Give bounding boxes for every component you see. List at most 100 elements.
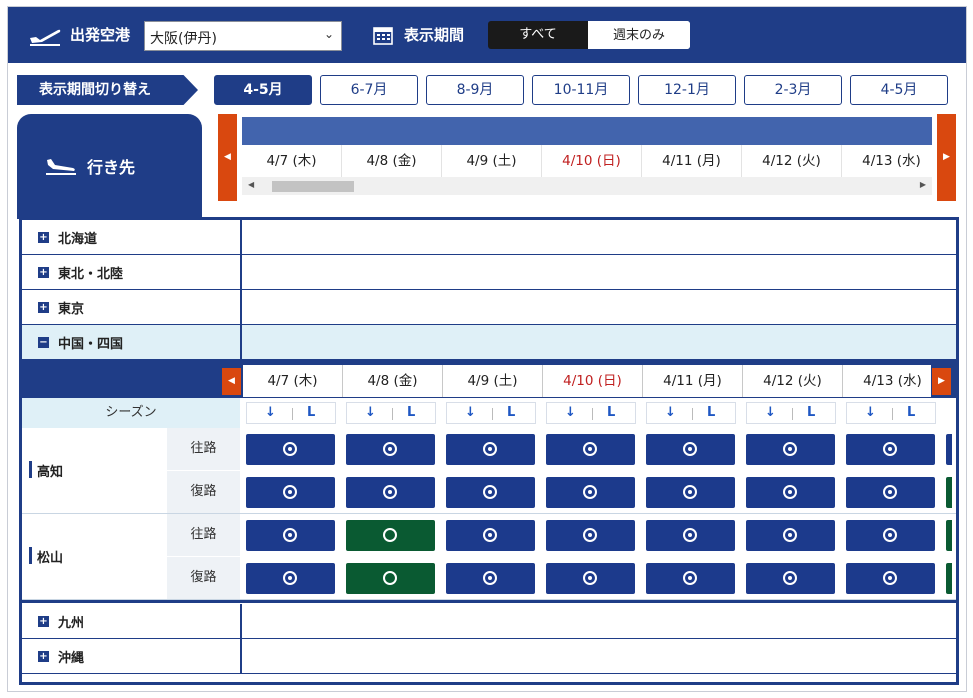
region-name-cell: + 東京 (22, 290, 242, 324)
fare-cell-partial[interactable] (946, 520, 952, 551)
season-arrow-icon: ↓ (665, 405, 676, 420)
availability-circle-icon (583, 571, 597, 585)
toggle-weekend-button[interactable]: 週末のみ (588, 21, 690, 49)
season-label: シーズン (22, 398, 240, 428)
fare-cell[interactable] (846, 520, 935, 551)
date-header-cell: 4/9 (土) (443, 365, 543, 397)
period-button[interactable]: 6-7月 (320, 75, 418, 105)
airplane-takeoff-icon (30, 29, 61, 46)
date-header-cell: 4/10 (日) (542, 145, 642, 177)
fare-cell[interactable] (746, 477, 835, 508)
availability-circle-icon (283, 571, 297, 585)
region-row[interactable]: + 沖縄 (22, 639, 956, 674)
availability-circle-icon (283, 442, 297, 456)
period-button[interactable]: 4-5月 (850, 75, 948, 105)
outbound-label: 往路 (167, 514, 240, 556)
fare-cell[interactable] (246, 563, 335, 594)
region-row[interactable]: − 中国・四国 (22, 325, 956, 360)
availability-circle-icon (883, 485, 897, 499)
availability-circle-icon (683, 485, 697, 499)
expand-icon[interactable]: + (38, 267, 49, 278)
fare-cell[interactable] (346, 434, 435, 465)
fare-cell[interactable] (646, 434, 735, 465)
airplane-landing-icon (46, 159, 76, 175)
fare-cell[interactable] (546, 477, 635, 508)
fare-cell[interactable] (446, 563, 535, 594)
fare-cell[interactable] (446, 434, 535, 465)
fare-cell[interactable] (446, 520, 535, 551)
collapse-icon[interactable]: − (38, 337, 49, 348)
region-row[interactable]: + 九州 (22, 604, 956, 639)
availability-circle-icon (283, 485, 297, 499)
fare-cell[interactable] (346, 520, 435, 551)
region-row[interactable]: + 東京 (22, 290, 956, 325)
availability-circle-icon (283, 528, 297, 542)
period-button[interactable]: 2-3月 (744, 75, 842, 105)
region-name: 沖縄 (58, 651, 85, 666)
availability-circle-icon (883, 528, 897, 542)
fare-cell-partial[interactable] (946, 477, 952, 508)
scrollbar-left-icon[interactable]: ◀ (248, 180, 254, 189)
fare-cell[interactable] (646, 563, 735, 594)
availability-circle-icon (883, 571, 897, 585)
region-name-cell: + 北海道 (22, 220, 242, 254)
fare-cell-partial[interactable] (946, 434, 952, 465)
period-button[interactable]: 10-11月 (532, 75, 630, 105)
scroll-left-button[interactable]: ◀ (218, 114, 237, 201)
fare-cell[interactable] (746, 563, 835, 594)
period-button[interactable]: 8-9月 (426, 75, 524, 105)
season-divider (492, 408, 493, 420)
availability-circle-icon (483, 442, 497, 456)
origin-airport-select[interactable]: 大阪(伊丹) ⌄ (144, 21, 342, 51)
expand-icon[interactable]: + (38, 302, 49, 313)
fare-cell[interactable] (646, 520, 735, 551)
expand-icon[interactable]: + (38, 616, 49, 627)
destination-label: 行き先 (87, 158, 136, 177)
fare-cell[interactable] (546, 434, 635, 465)
availability-circle-icon (783, 528, 797, 542)
season-level: L (407, 405, 416, 420)
city-name: 高知 (37, 465, 64, 480)
region-row[interactable]: + 北海道 (22, 220, 956, 255)
fare-cell[interactable] (546, 520, 635, 551)
scrollbar-thumb[interactable] (272, 181, 354, 192)
fare-cell[interactable] (746, 434, 835, 465)
period-button[interactable]: 4-5月 (214, 75, 312, 105)
fare-cell[interactable] (746, 520, 835, 551)
date-header-cell: 4/12 (火) (742, 145, 842, 177)
fare-cell-partial[interactable] (946, 563, 952, 594)
fare-cell[interactable] (246, 434, 335, 465)
city-marker (29, 547, 32, 564)
fare-cell[interactable] (246, 477, 335, 508)
season-cell: ↓ L (346, 402, 436, 424)
fare-cell[interactable] (246, 520, 335, 551)
scroll-right-button[interactable]: ▶ (937, 114, 956, 201)
scrollbar-right-icon[interactable]: ▶ (920, 180, 926, 189)
date-header-band (242, 117, 932, 145)
expand-icon[interactable]: + (38, 651, 49, 662)
fare-cell[interactable] (346, 477, 435, 508)
availability-circle-icon (583, 442, 597, 456)
region-name: 東京 (58, 302, 85, 317)
fare-cell[interactable] (446, 477, 535, 508)
expanded-scroll-right-button[interactable]: ▶ (932, 368, 951, 395)
period-toggle: すべて 週末のみ (488, 21, 690, 49)
fare-cell[interactable] (646, 477, 735, 508)
period-button[interactable]: 12-1月 (638, 75, 736, 105)
fare-cell[interactable] (346, 563, 435, 594)
expand-icon[interactable]: + (38, 232, 49, 243)
region-name-cell: + 東北・北陸 (22, 255, 242, 289)
city-name-cell: 松山 (22, 514, 167, 599)
fare-cell[interactable] (846, 477, 935, 508)
season-cell: ↓ L (546, 402, 636, 424)
expanded-scroll-left-button[interactable]: ◀ (222, 368, 241, 395)
date-header-cell: 4/13 (水) (842, 145, 942, 177)
region-row[interactable]: + 東北・北陸 (22, 255, 956, 290)
fare-cell[interactable] (846, 563, 935, 594)
fare-cell[interactable] (546, 563, 635, 594)
fare-cell[interactable] (846, 434, 935, 465)
horizontal-scrollbar[interactable]: ◀ ▶ (242, 177, 932, 195)
season-divider (792, 408, 793, 420)
city-name-cell: 高知 (22, 428, 167, 513)
toggle-all-button[interactable]: すべて (488, 21, 588, 49)
